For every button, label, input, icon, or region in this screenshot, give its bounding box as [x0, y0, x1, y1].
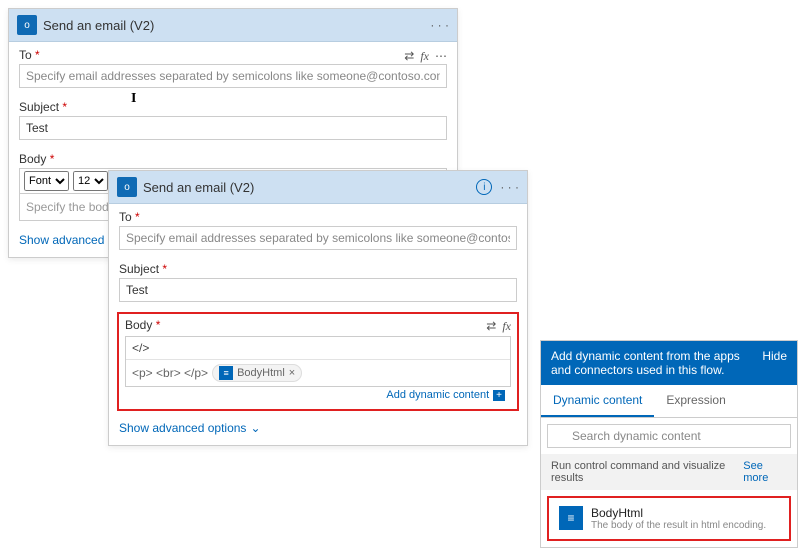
- info-icon[interactable]: i: [476, 179, 492, 195]
- plus-icon: +: [493, 390, 505, 401]
- dc-header: Add dynamic content from the apps and co…: [541, 341, 797, 385]
- dc-search-wrap: 🔍: [541, 418, 797, 454]
- dynamic-content-panel: Add dynamic content from the apps and co…: [540, 340, 798, 548]
- to-section: To * ⇄ fx ⋯: [9, 42, 457, 94]
- body-token[interactable]: ≡ BodyHtml ×: [212, 364, 302, 382]
- body-codeview-line: </>: [126, 337, 510, 360]
- outlook-icon: o: [117, 177, 137, 197]
- to-input[interactable]: [19, 64, 447, 88]
- size-select[interactable]: 12: [73, 171, 108, 191]
- switch-icon[interactable]: ⇄: [404, 49, 414, 64]
- hide-panel-link[interactable]: Hide: [762, 349, 787, 377]
- outlook-icon: o: [17, 15, 37, 35]
- tab-expression[interactable]: Expression: [654, 385, 737, 417]
- header-actions: i · · ·: [476, 179, 519, 195]
- remove-token-icon[interactable]: ×: [289, 367, 295, 379]
- text-cursor-icon: I: [131, 91, 136, 107]
- dc-header-text: Add dynamic content from the apps and co…: [551, 349, 754, 377]
- more-icon[interactable]: · · ·: [500, 180, 519, 194]
- subject-label: Subject *: [19, 100, 447, 114]
- body-section-highlight: Body * ⇄ fx </> <p> <br> </p> ≡ BodyHtml…: [117, 312, 519, 411]
- ellipsis-icon[interactable]: ⋯: [435, 49, 447, 64]
- body-label: Body *: [19, 152, 447, 166]
- add-dc-row: Add dynamic content+: [125, 387, 511, 405]
- card-title: Send an email (V2): [43, 18, 424, 33]
- to-label: To *: [19, 48, 40, 62]
- dc-item-title: BodyHtml: [591, 506, 766, 520]
- dc-search-input[interactable]: [547, 424, 791, 448]
- header-actions: · · ·: [430, 18, 449, 32]
- subject-section: Subject *: [9, 94, 457, 146]
- tab-dynamic-content[interactable]: Dynamic content: [541, 385, 654, 417]
- email-card-2: o Send an email (V2) i · · · To * Subjec…: [108, 170, 528, 446]
- font-select[interactable]: Font: [24, 171, 69, 191]
- dc-group-title: Run control command and visualize result…: [551, 460, 743, 484]
- body-prefix-text: <p> <br> </p>: [132, 366, 208, 380]
- footer-row: Show advanced options⌄: [109, 415, 527, 445]
- fx-icon[interactable]: fx: [502, 319, 511, 334]
- kusto-icon: ≡: [559, 506, 583, 530]
- to-section: To *: [109, 204, 527, 256]
- card-header: o Send an email (V2) i · · ·: [109, 171, 527, 204]
- body-token-line: <p> <br> </p> ≡ BodyHtml ×: [126, 360, 510, 386]
- subject-input[interactable]: [19, 116, 447, 140]
- more-icon[interactable]: · · ·: [430, 18, 449, 32]
- dc-group-header: Run control command and visualize result…: [541, 454, 797, 490]
- body-label: Body *: [125, 318, 160, 332]
- add-dynamic-content-link[interactable]: Add dynamic content+: [386, 389, 505, 401]
- to-input[interactable]: [119, 226, 517, 250]
- show-advanced-link[interactable]: Show advanced options⌄: [119, 421, 261, 435]
- switch-icon[interactable]: ⇄: [486, 319, 496, 334]
- kusto-icon: ≡: [219, 366, 233, 380]
- dc-item-bodyhtml[interactable]: ≡ BodyHtml The body of the result in htm…: [547, 496, 791, 541]
- subject-section: Subject *: [109, 256, 527, 308]
- dc-item-desc: The body of the result in html encoding.: [591, 520, 766, 531]
- subject-input[interactable]: [119, 278, 517, 302]
- to-label: To *: [119, 210, 517, 224]
- card-title: Send an email (V2): [143, 180, 470, 195]
- token-label: BodyHtml: [237, 367, 285, 379]
- card-header: o Send an email (V2) · · ·: [9, 9, 457, 42]
- subject-label: Subject *: [119, 262, 517, 276]
- see-more-link[interactable]: See more: [743, 460, 787, 484]
- fx-icon[interactable]: fx: [420, 49, 429, 64]
- dc-tabs: Dynamic content Expression: [541, 385, 797, 418]
- body-editor[interactable]: </> <p> <br> </p> ≡ BodyHtml ×: [125, 336, 511, 387]
